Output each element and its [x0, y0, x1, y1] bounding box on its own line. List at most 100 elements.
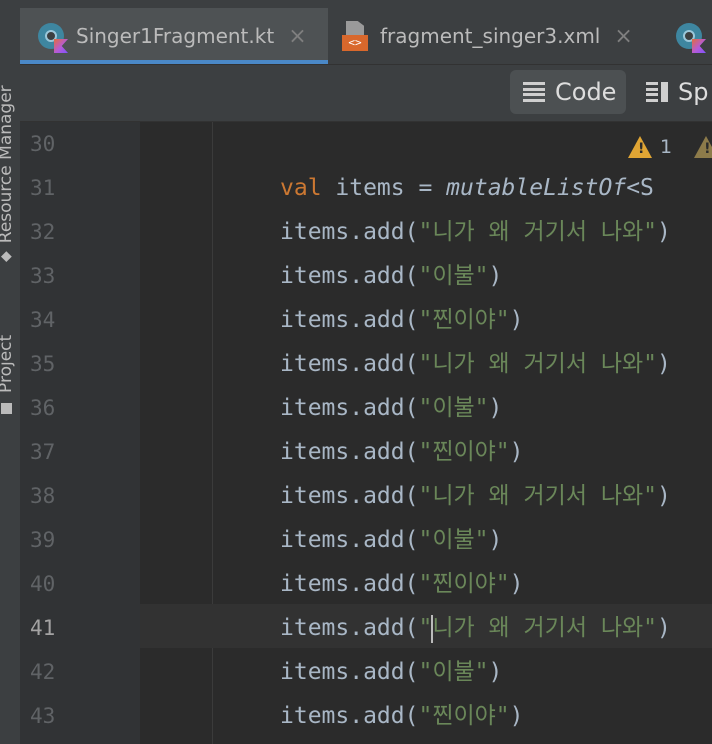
- string-token: "찐이야": [418, 703, 510, 729]
- string-token: "이불": [418, 659, 489, 685]
- code-view-button[interactable]: Code: [510, 70, 626, 114]
- tab-overflow[interactable]: [676, 8, 712, 64]
- function-token: mutableListOf: [446, 175, 627, 201]
- line-number: 33: [30, 264, 56, 288]
- code-text[interactable]: items.add("니가 왜 거기서 나와"): [280, 210, 671, 254]
- line-number: 37: [30, 440, 56, 464]
- split-view-button[interactable]: Sp: [646, 70, 708, 114]
- paren-token: ): [509, 571, 524, 597]
- call-token: items.add(: [280, 439, 419, 465]
- paren-token: ): [509, 439, 524, 465]
- code-line-current: 41 items.add("니가 왜 거기서 나와"): [0, 606, 712, 650]
- code-line: 39 items.add("이불"): [0, 518, 712, 562]
- line-number: 31: [30, 176, 56, 200]
- string-token: "니가 왜 거기서 나와": [418, 219, 658, 245]
- code-text[interactable]: items.add("이불"): [280, 386, 502, 430]
- paren-token: ): [488, 659, 503, 685]
- string-token: 니가 왜 거기서 나와": [432, 615, 658, 641]
- paren-token: ): [509, 703, 524, 729]
- paren-token: ): [488, 527, 503, 553]
- paren-token: ): [657, 351, 671, 377]
- code-lines-icon: [523, 82, 545, 102]
- paren-token: ): [657, 483, 671, 509]
- tab-singer1fragment[interactable]: Singer1Fragment.kt ×: [20, 8, 328, 64]
- line-number: 30: [30, 132, 56, 156]
- editor-tab-bar: Singer1Fragment.kt × <> fragment_singer3…: [20, 0, 712, 65]
- code-text[interactable]: items.add("니가 왜 거기서 나와"): [280, 606, 671, 650]
- type-token: <S: [626, 175, 654, 201]
- line-number: 36: [30, 396, 56, 420]
- string-token: "이불": [418, 527, 489, 553]
- paren-token: ): [488, 395, 503, 421]
- line-number: 39: [30, 528, 56, 552]
- split-view-label: Sp: [678, 78, 709, 106]
- code-text[interactable]: items.add("니가 왜 거기서 나와"): [280, 342, 671, 386]
- close-icon[interactable]: ×: [614, 24, 632, 49]
- code-line: 35 items.add("니가 왜 거기서 나와"): [0, 342, 712, 386]
- identifier-token: items =: [321, 175, 447, 201]
- call-token: items.add(: [280, 527, 419, 553]
- line-number: 40: [30, 572, 56, 596]
- code-line: 30: [0, 122, 712, 166]
- call-token: items.add(: [280, 703, 419, 729]
- string-token: ": [418, 615, 433, 641]
- paren-token: ): [488, 263, 503, 289]
- code-text[interactable]: items.add("이불"): [280, 650, 502, 694]
- line-number: 41: [30, 616, 56, 640]
- string-token: "찐이야": [418, 307, 510, 333]
- line-number: 43: [30, 704, 56, 728]
- call-token: items.add(: [280, 659, 419, 685]
- code-line: 33 items.add("이불"): [0, 254, 712, 298]
- call-token: items.add(: [280, 263, 419, 289]
- line-number: 34: [30, 308, 56, 332]
- line-number: 35: [30, 352, 56, 376]
- code-line: 38 items.add("니가 왜 거기서 나와"): [0, 474, 712, 518]
- code-line: 40 items.add("찐이야"): [0, 562, 712, 606]
- tab-fragment-singer3[interactable]: <> fragment_singer3.xml ×: [342, 8, 662, 64]
- code-text[interactable]: items.add("이불"): [280, 518, 502, 562]
- string-token: "찐이야": [418, 439, 510, 465]
- string-token: "니가 왜 거기서 나와": [418, 351, 658, 377]
- code-line: 43 items.add("찐이야"): [0, 694, 712, 738]
- code-text[interactable]: items.add("이불"): [280, 254, 502, 298]
- line-number: 42: [30, 660, 56, 684]
- code-line: 42 items.add("이불"): [0, 650, 712, 694]
- tab-label: fragment_singer3.xml: [380, 24, 601, 48]
- string-token: "찐이야": [418, 571, 510, 597]
- code-line: 32 items.add("니가 왜 거기서 나와"): [0, 210, 712, 254]
- active-tab-indicator: [20, 60, 328, 64]
- code-line: 31 val items = mutableListOf<S: [0, 166, 712, 210]
- call-token: items.add(: [280, 483, 419, 509]
- split-view-icon: [646, 82, 668, 102]
- paren-token: ): [509, 307, 524, 333]
- paren-token: ): [657, 219, 671, 245]
- call-token: items.add(: [280, 571, 419, 597]
- code-text[interactable]: items.add("찐이야"): [280, 430, 524, 474]
- string-token: "니가 왜 거기서 나와": [418, 483, 658, 509]
- call-token: items.add(: [280, 307, 419, 333]
- code-line: 36 items.add("이불"): [0, 386, 712, 430]
- code-text[interactable]: items.add("찐이야"): [280, 694, 524, 738]
- code-view-label: Code: [555, 78, 617, 106]
- line-number: 38: [30, 484, 56, 508]
- code-text[interactable]: items.add("찐이야"): [280, 298, 524, 342]
- keyword-token: val: [280, 175, 322, 201]
- code-text[interactable]: items.add("찐이야"): [280, 562, 524, 606]
- call-token: items.add(: [280, 615, 419, 641]
- xml-file-icon: <>: [342, 21, 368, 51]
- line-number: 32: [30, 220, 56, 244]
- close-icon[interactable]: ×: [288, 24, 306, 49]
- tab-label: Singer1Fragment.kt: [76, 24, 275, 48]
- code-text[interactable]: val items = mutableListOf<S: [280, 166, 654, 210]
- kotlin-file-icon: [38, 23, 68, 53]
- code-line: 37 items.add("찐이야"): [0, 430, 712, 474]
- call-token: items.add(: [280, 395, 419, 421]
- code-text[interactable]: items.add("니가 왜 거기서 나와"): [280, 474, 671, 518]
- kotlin-file-icon: [676, 23, 706, 53]
- paren-token: ): [657, 615, 671, 641]
- string-token: "이불": [418, 263, 489, 289]
- string-token: "이불": [418, 395, 489, 421]
- view-mode-toolbar: Code Sp: [20, 65, 712, 122]
- call-token: items.add(: [280, 219, 419, 245]
- code-line: 34 items.add("찐이야"): [0, 298, 712, 342]
